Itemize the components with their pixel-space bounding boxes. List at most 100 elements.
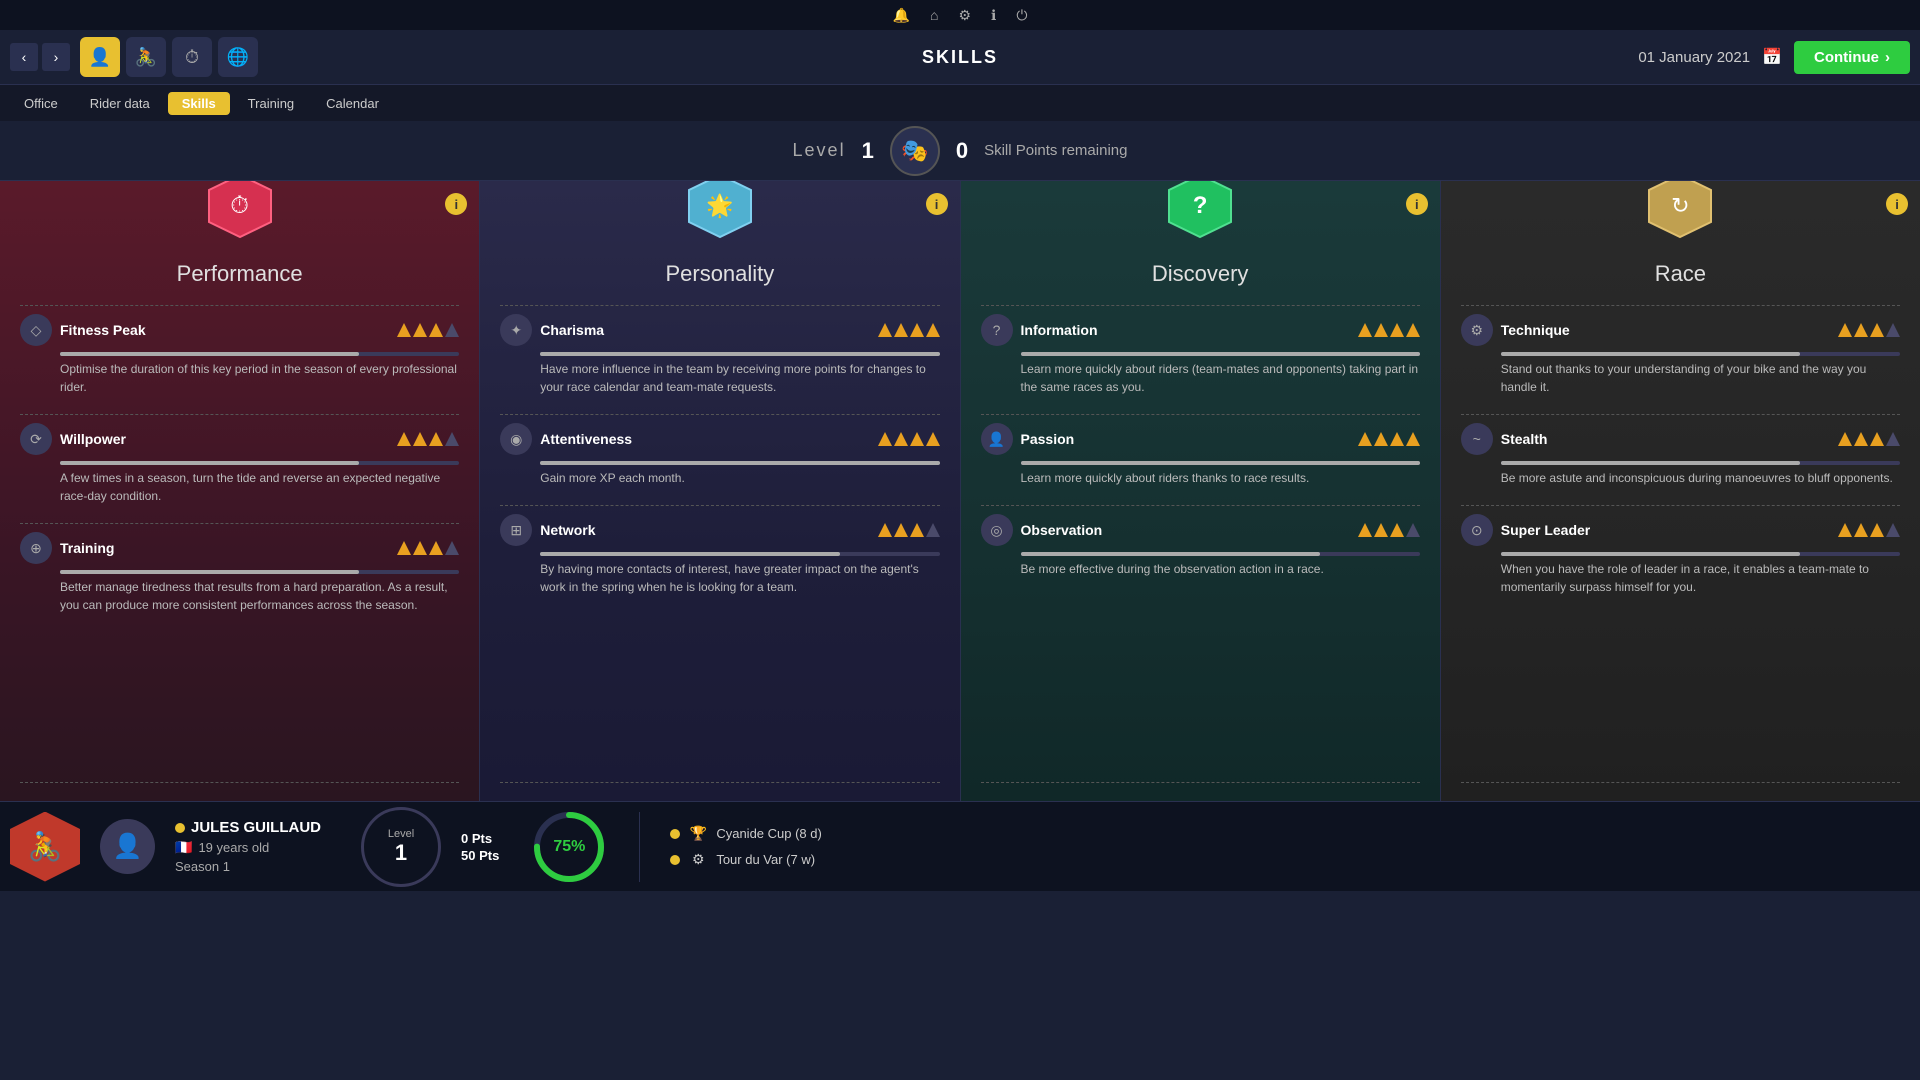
bottom-divider — [639, 812, 640, 882]
passion-icon: 👤 — [981, 423, 1013, 455]
skill-willpower: ⟳ Willpower A few times in a season, tur… — [20, 423, 459, 511]
nav-cycle-icon-button[interactable]: 🚴 — [126, 37, 166, 77]
performance-info-button[interactable]: i — [445, 193, 467, 215]
skill-observation: ◎ Observation Be more effective during t… — [981, 514, 1420, 584]
cycle-icon: ⚙ — [688, 850, 708, 870]
bottom-level-num: 1 — [395, 840, 407, 866]
attentiveness-name: Attentiveness — [540, 431, 869, 447]
flag-icon: 🇫🇷 — [175, 839, 192, 856]
level-avatar: 🎭 — [890, 126, 940, 176]
rider-team-hex: 🚴 — [10, 812, 80, 882]
discovery-hex-icon: ? — [1165, 181, 1235, 241]
skill-network: ⊞ Network By having more contacts of int… — [500, 514, 939, 602]
skill-stealth: ~ Stealth Be more astute and inconspicuo… — [1461, 423, 1900, 493]
race-info-button[interactable]: i — [1886, 193, 1908, 215]
power-icon[interactable]: ⏻ — [1016, 7, 1027, 24]
page-title: SKILLS — [922, 47, 998, 68]
observation-name: Observation — [1021, 522, 1350, 538]
bottom-level-label: Level — [388, 828, 414, 840]
level-pts: 0 Pts 50 Pts — [461, 831, 499, 863]
level-label: Level — [793, 140, 846, 161]
charisma-icon: ✦ — [500, 314, 532, 346]
level-bar: Level 1 🎭 0 Skill Points remaining — [0, 121, 1920, 181]
attentiveness-desc: Gain more XP each month. — [540, 469, 939, 487]
information-icon: ? — [981, 314, 1013, 346]
discovery-title: Discovery — [981, 261, 1420, 287]
willpower-desc: A few times in a season, turn the tide a… — [60, 469, 459, 505]
charisma-stars — [878, 323, 940, 337]
continue-button[interactable]: Continue › — [1794, 41, 1910, 74]
nav-clock-icon-button[interactable]: ⏱ — [172, 37, 212, 77]
nav-person-icon-button[interactable]: 👤 — [80, 37, 120, 77]
tab-rider-data[interactable]: Rider data — [76, 92, 164, 115]
skill-super-leader: ⊙ Super Leader When you have the role of… — [1461, 514, 1900, 602]
charisma-name: Charisma — [540, 322, 869, 338]
card-personality: 🌟 i Personality ✦ Charisma Have more inf… — [480, 181, 960, 801]
race-events: 🏆 Cyanide Cup (8 d) ⚙ Tour du Var (7 w) — [670, 824, 822, 870]
network-icon: ⊞ — [500, 514, 532, 546]
performance-hex-icon: ⏱ — [205, 181, 275, 241]
technique-icon: ⚙ — [1461, 314, 1493, 346]
skill-information: ? Information Learn more quickly about r… — [981, 314, 1420, 402]
rider-season-text: Season 1 — [175, 859, 321, 874]
progress-percent-text: 75% — [553, 838, 585, 856]
passion-stars — [1358, 432, 1420, 446]
fitness-peak-desc: Optimise the duration of this key period… — [60, 360, 459, 396]
skill-points-label: Skill Points remaining — [984, 142, 1127, 159]
race-dot-1 — [670, 855, 680, 865]
trophy-icon: 🏆 — [688, 824, 708, 844]
training-name: Training — [60, 540, 389, 556]
network-name: Network — [540, 522, 869, 538]
nav-globe-icon-button[interactable]: 🌐 — [218, 37, 258, 77]
system-bar: 🔔 ⌂ ⚙ ℹ ⏻ — [0, 0, 1920, 30]
date-display: 01 January 2021 — [1638, 49, 1750, 66]
sub-nav: Office Rider data Skills Training Calend… — [0, 85, 1920, 121]
rider-name-text: JULES GUILLAUD — [191, 819, 321, 836]
skill-fitness-peak: ◇ Fitness Peak Optimise the duration of … — [20, 314, 459, 402]
level-number: 1 — [862, 138, 874, 164]
skills-cards-area: ⏱ i Performance ◇ Fitness Peak Optimise … — [0, 181, 1920, 801]
tab-calendar[interactable]: Calendar — [312, 92, 393, 115]
fitness-peak-name: Fitness Peak — [60, 322, 389, 338]
total-pts: 50 Pts — [461, 848, 499, 863]
calendar-icon-button[interactable]: 📅 — [1762, 47, 1782, 67]
race-hex-icon: ↻ — [1645, 181, 1715, 241]
super-leader-name: Super Leader — [1501, 522, 1830, 538]
attentiveness-stars — [878, 432, 940, 446]
nav-back-button[interactable]: ‹ — [10, 43, 38, 71]
observation-desc: Be more effective during the observation… — [1021, 560, 1420, 578]
attentiveness-icon: ◉ — [500, 423, 532, 455]
info-icon[interactable]: ℹ — [991, 7, 996, 24]
rider-status-dot — [175, 823, 185, 833]
observation-icon: ◎ — [981, 514, 1013, 546]
tab-office[interactable]: Office — [10, 92, 72, 115]
rider-avatar: 👤 — [100, 819, 155, 874]
nav-bar: ‹ › 👤 🚴 ⏱ 🌐 SKILLS 01 January 2021 📅 Con… — [0, 30, 1920, 85]
network-stars — [878, 523, 940, 537]
technique-desc: Stand out thanks to your understanding o… — [1501, 360, 1900, 396]
tab-skills[interactable]: Skills — [168, 92, 230, 115]
training-icon: ⊕ — [20, 532, 52, 564]
technique-name: Technique — [1501, 322, 1830, 338]
nav-forward-button[interactable]: › — [42, 43, 70, 71]
race-event-1: ⚙ Tour du Var (7 w) — [670, 850, 822, 870]
card-performance: ⏱ i Performance ◇ Fitness Peak Optimise … — [0, 181, 480, 801]
willpower-name: Willpower — [60, 431, 389, 447]
bell-icon[interactable]: 🔔 — [893, 7, 910, 24]
stealth-name: Stealth — [1501, 431, 1830, 447]
home-icon[interactable]: ⌂ — [930, 7, 938, 23]
card-race: ↻ i Race ⚙ Technique Stand out thanks to… — [1441, 181, 1920, 801]
personality-hex-icon: 🌟 — [685, 181, 755, 241]
rider-info: JULES GUILLAUD 🇫🇷 19 years old Season 1 — [175, 819, 321, 874]
charisma-desc: Have more influence in the team by recei… — [540, 360, 939, 396]
gear-icon[interactable]: ⚙ — [958, 7, 971, 24]
race-event-0: 🏆 Cyanide Cup (8 d) — [670, 824, 822, 844]
passion-name: Passion — [1021, 431, 1350, 447]
personality-info-button[interactable]: i — [926, 193, 948, 215]
tab-training[interactable]: Training — [234, 92, 308, 115]
race-name-0: Cyanide Cup (8 d) — [716, 826, 822, 841]
performance-title: Performance — [20, 261, 459, 287]
nav-icons: 👤 🚴 ⏱ 🌐 — [80, 37, 258, 77]
discovery-info-button[interactable]: i — [1406, 193, 1428, 215]
fitness-peak-stars — [397, 323, 459, 337]
